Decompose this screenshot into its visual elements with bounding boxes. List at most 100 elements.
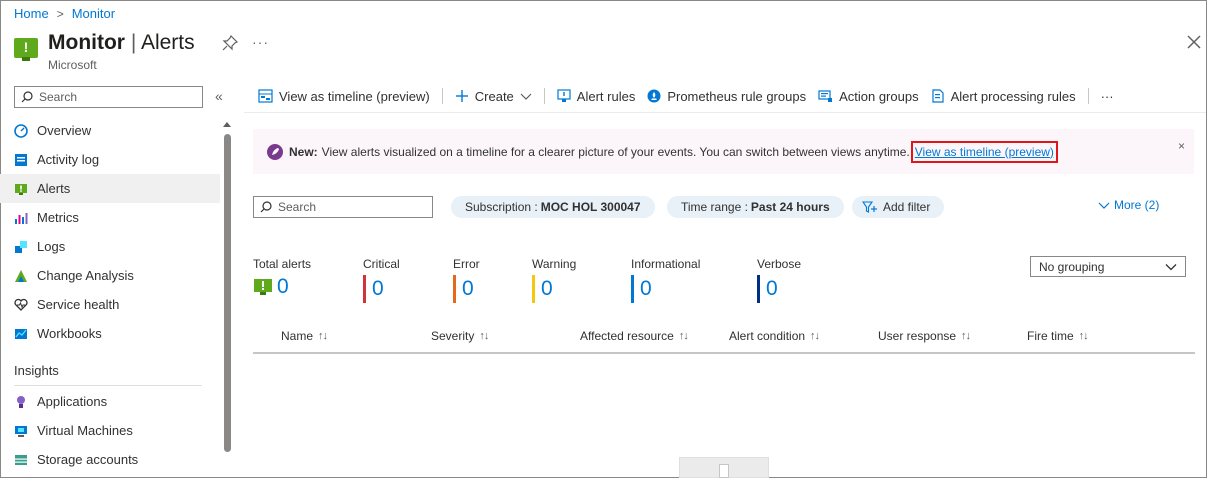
- collapse-sidebar-icon[interactable]: «: [215, 88, 223, 104]
- sidebar-item-label: Virtual Machines: [37, 423, 133, 438]
- sidebar-search[interactable]: [14, 86, 203, 108]
- virtual-machines-icon: [15, 425, 27, 437]
- banner-timeline-link[interactable]: View as timeline (preview): [910, 140, 1058, 163]
- sidebar-item-change-analysis[interactable]: Change Analysis: [0, 261, 220, 290]
- breadcrumb-monitor[interactable]: Monitor: [72, 6, 115, 21]
- chevron-down-icon: [1165, 263, 1177, 270]
- create-label: Create: [474, 88, 514, 104]
- search-icon: [260, 201, 272, 213]
- summary-verbose[interactable]: Verbose 0: [757, 257, 801, 303]
- sort-icon: ↑↓: [810, 330, 820, 342]
- toolbar-divider: [543, 88, 545, 104]
- add-filter-label: Add filter: [883, 200, 931, 214]
- info-banner: New: View alerts visualized on a timelin…: [253, 129, 1194, 174]
- subscription-filter-value: MOC HOL 300047: [540, 200, 641, 214]
- breadcrumb: Home > Monitor: [14, 6, 115, 21]
- total-alerts-icon: [254, 279, 272, 295]
- alerts-search-input[interactable]: [278, 200, 428, 214]
- alerts-table-header: Name ↑↓ Severity ↑↓ Affected resource ↑↓ Al…: [253, 324, 1195, 354]
- subscription-filter-pill[interactable]: Subscription : MOC HOL 300047: [451, 196, 655, 218]
- summary-label: Warning: [532, 257, 577, 271]
- breadcrumb-separator: >: [56, 6, 64, 21]
- grouping-value: No grouping: [1039, 259, 1105, 274]
- summary-label: Verbose: [757, 257, 802, 271]
- scrollbar-thumb[interactable]: [224, 134, 231, 452]
- summary-value: 0: [541, 277, 553, 300]
- sidebar-scrollbar[interactable]: [223, 122, 231, 452]
- banner-text: View alerts visualized on a timeline for…: [321, 144, 910, 159]
- more-filters-label: More (2): [1114, 198, 1160, 212]
- sidebar-section-insights: Insights: [14, 363, 59, 378]
- alert-rules-button[interactable]: Alert rules: [551, 89, 642, 104]
- banner-close-icon[interactable]: ×: [1178, 139, 1185, 153]
- time-range-filter-pill[interactable]: Time range : Past 24 hours: [667, 196, 844, 218]
- page-title: Monitor | Alerts: [48, 31, 195, 54]
- toolbar-more-icon[interactable]: ···: [1095, 89, 1120, 104]
- page-header: ! Monitor | Alerts Microsoft: [14, 32, 195, 72]
- banner-new-label: New:: [289, 144, 318, 159]
- sort-icon: ↑↓: [961, 330, 971, 342]
- service-health-icon: [14, 298, 28, 311]
- sidebar-item-service-health[interactable]: Service health: [0, 290, 220, 319]
- alert-processing-rules-button[interactable]: Alert processing rules: [925, 89, 1082, 104]
- summary-informational[interactable]: Informational 0: [631, 257, 700, 303]
- summary-warning[interactable]: Warning 0: [532, 257, 576, 303]
- sidebar-nav: Overview Activity log Alerts Metrics Log…: [0, 116, 220, 474]
- more-filters-button[interactable]: More (2): [1098, 198, 1159, 212]
- column-header-name[interactable]: Name ↑↓: [281, 329, 328, 343]
- sidebar-item-overview[interactable]: Overview: [0, 116, 220, 145]
- column-header-affected-resource[interactable]: Affected resource ↑↓: [580, 329, 689, 343]
- summary-error[interactable]: Error 0: [453, 257, 480, 303]
- sidebar-item-activity-log[interactable]: Activity log: [0, 145, 220, 174]
- add-filter-button[interactable]: Add filter: [852, 196, 945, 218]
- alerts-search[interactable]: [253, 196, 433, 218]
- rocket-icon: [267, 143, 283, 160]
- sidebar-search-input[interactable]: [39, 90, 199, 104]
- column-header-severity[interactable]: Severity ↑↓: [431, 329, 489, 343]
- alerts-icon: [15, 183, 27, 195]
- sidebar-item-workbooks[interactable]: Workbooks: [0, 319, 220, 348]
- column-header-alert-condition[interactable]: Alert condition ↑↓: [729, 329, 820, 343]
- action-groups-icon: [818, 90, 833, 102]
- summary-total-alerts[interactable]: Total alerts 0: [253, 257, 311, 299]
- sidebar-divider: [14, 385, 202, 386]
- timeline-icon: [258, 89, 273, 103]
- sort-icon: ↑↓: [318, 330, 328, 342]
- sort-icon: ↑↓: [1078, 330, 1089, 342]
- create-button[interactable]: Create: [449, 89, 538, 104]
- sidebar-item-alerts[interactable]: Alerts: [0, 174, 220, 203]
- overview-icon: [14, 123, 28, 138]
- sidebar-item-virtual-machines[interactable]: Virtual Machines: [0, 416, 220, 445]
- search-icon: [21, 91, 33, 103]
- sort-icon: ↑↓: [678, 330, 689, 342]
- pin-icon[interactable]: [222, 35, 238, 51]
- time-range-filter-value: Past 24 hours: [750, 200, 830, 214]
- sidebar-item-label: Change Analysis: [37, 268, 134, 283]
- subscription-filter-label: Subscription :: [465, 200, 538, 214]
- prometheus-rule-groups-label: Prometheus rule groups: [667, 88, 807, 104]
- time-range-filter-label: Time range :: [681, 200, 748, 214]
- grouping-dropdown[interactable]: No grouping: [1030, 256, 1186, 277]
- column-header-fire-time[interactable]: Fire time ↑↓: [1027, 329, 1089, 343]
- toolbar-divider-line: [244, 112, 1206, 113]
- summary-label: Error: [453, 257, 480, 271]
- scroll-up-icon[interactable]: [223, 122, 231, 127]
- sidebar-item-logs[interactable]: Logs: [0, 232, 220, 261]
- column-header-user-response[interactable]: User response ↑↓: [878, 329, 971, 343]
- close-icon[interactable]: [1186, 34, 1202, 50]
- prometheus-rule-groups-button[interactable]: Prometheus rule groups: [641, 89, 812, 104]
- sidebar-item-storage-accounts[interactable]: Storage accounts: [0, 445, 220, 474]
- action-groups-button[interactable]: Action groups: [812, 89, 925, 104]
- more-options-icon[interactable]: ···: [252, 34, 269, 50]
- summary-value: 0: [640, 277, 652, 300]
- chevron-down-icon: [520, 93, 532, 100]
- sidebar-item-label: Workbooks: [37, 326, 102, 341]
- summary-critical[interactable]: Critical 0: [363, 257, 400, 303]
- sidebar-item-metrics[interactable]: Metrics: [0, 203, 220, 232]
- view-as-timeline-button[interactable]: View as timeline (preview): [252, 89, 436, 104]
- sidebar-item-applications[interactable]: Applications: [0, 387, 220, 416]
- command-bar: View as timeline (preview) Create Alert …: [252, 84, 1120, 108]
- error-severity-bar: [453, 275, 456, 303]
- breadcrumb-home[interactable]: Home: [14, 6, 49, 21]
- metrics-icon: [15, 212, 28, 224]
